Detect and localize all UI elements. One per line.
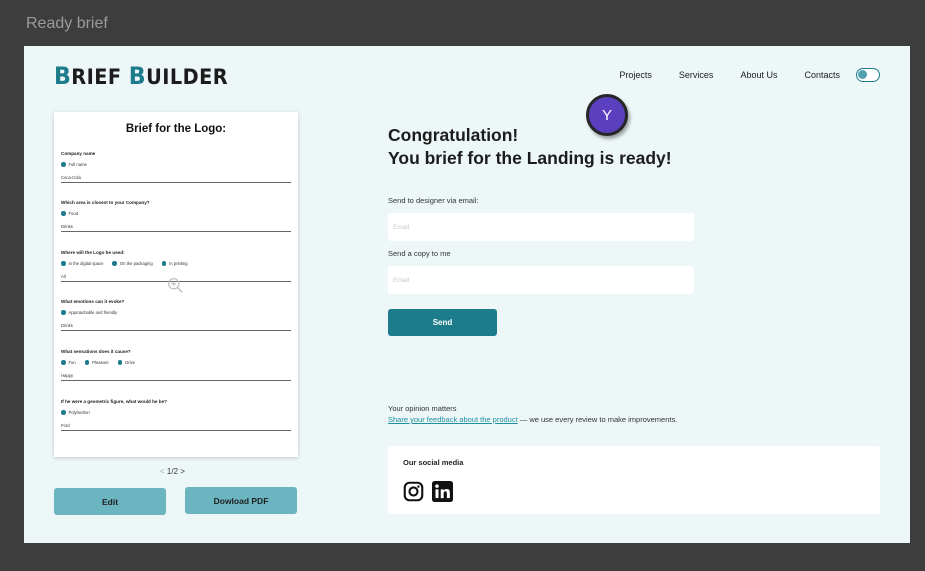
brief-question: Which area is closest to your Company? F… — [61, 200, 291, 232]
title-line-1: Congratulation! — [388, 125, 519, 145]
main-nav: Projects Services About Us Contacts — [619, 70, 840, 80]
brief-question: What emotions can it evoke? Approachable… — [61, 299, 291, 331]
copy-email-label: Send a copy to me — [388, 249, 451, 258]
checked-dot-icon — [61, 261, 66, 266]
question-text: What emotions can it evoke? — [61, 299, 125, 304]
answer-text: Coca-Cola — [61, 175, 291, 183]
toggle-knob — [858, 70, 867, 79]
designer-email-label: Send to designer via email: — [388, 196, 479, 205]
option-label: Full name — [68, 162, 87, 167]
brief-preview: Brief for the Logo: Company name Full na… — [54, 112, 298, 457]
nav-services[interactable]: Services — [679, 70, 714, 80]
feedback-note: Your opinion matters Share your feedback… — [388, 403, 677, 425]
social-media-card: Our social media — [388, 446, 880, 514]
feedback-title: Your opinion matters — [388, 404, 457, 413]
checked-dot-icon — [61, 410, 66, 415]
question-text: Company name — [61, 151, 96, 156]
option-label: Drive — [125, 360, 136, 365]
nav-projects[interactable]: Projects — [619, 70, 652, 80]
brand-logo[interactable]: BRIEF BUILDER — [54, 62, 228, 90]
frame-title: Ready brief — [26, 15, 108, 32]
download-pdf-button[interactable]: Dowload PDF — [185, 487, 297, 514]
checked-dot-icon — [61, 162, 66, 167]
pager: < 1/2 > — [160, 467, 185, 476]
option-label: In printing — [169, 261, 188, 266]
option-label: Food — [68, 211, 79, 216]
logo-text-1: RIEF — [71, 65, 129, 89]
question-text: What sensations does it cause? — [61, 349, 131, 354]
checked-dot-icon — [61, 310, 66, 315]
page-indicator: 1/2 — [166, 467, 179, 476]
logo-initial-2: B — [128, 62, 147, 90]
checked-dot-icon — [112, 261, 117, 266]
answer-text: Ford — [61, 423, 291, 431]
next-page-icon[interactable]: > — [180, 467, 185, 476]
feedback-link[interactable]: Share your feedback about the product — [388, 415, 518, 424]
option-label: Fun — [68, 360, 76, 365]
question-text: Which area is closest to your Company? — [61, 200, 150, 205]
answer-text: Drinks — [61, 323, 291, 331]
option-label: Pleasure — [92, 360, 109, 365]
option-label: Approachable and friendly — [68, 310, 118, 315]
send-button[interactable]: Send — [388, 309, 497, 336]
answer-text: Drinks — [61, 224, 291, 232]
linkedin-icon[interactable] — [432, 481, 453, 502]
checked-dot-icon — [84, 360, 90, 365]
checked-dot-icon — [161, 261, 167, 266]
nav-contacts[interactable]: Contacts — [804, 70, 840, 80]
logo-initial-1: B — [54, 62, 72, 90]
zoom-in-icon[interactable] — [167, 277, 184, 294]
instagram-icon[interactable] — [403, 481, 424, 502]
edit-button[interactable]: Edit — [54, 488, 166, 515]
title-line-2: You brief for the Landing is ready! — [388, 148, 672, 168]
brief-question: What sensations does it cause? Fun Pleas… — [61, 349, 291, 381]
prev-page-icon[interactable]: < — [160, 467, 165, 476]
checked-dot-icon — [61, 211, 66, 216]
logo-text-2: UILDER — [146, 65, 229, 89]
question-text: If he were a geometric figure, what woul… — [61, 399, 167, 404]
page-title: Congratulation! You brief for the Landin… — [388, 124, 672, 170]
question-text: Where will the Logo be used: — [61, 250, 125, 255]
theme-toggle[interactable] — [856, 68, 880, 82]
brief-question: If he were a geometric figure, what woul… — [61, 399, 291, 431]
copy-email-input[interactable] — [388, 266, 694, 294]
social-title: Our social media — [403, 458, 464, 467]
option-label: Polyhedron — [68, 410, 90, 415]
app-frame: BRIEF BUILDER Projects Services About Us… — [24, 46, 910, 543]
feedback-text: — we use every review to make improvemen… — [517, 415, 678, 424]
brief-question: Company name Full name Coca-Cola — [61, 151, 291, 183]
checked-dot-icon — [117, 360, 123, 365]
option-label: On the packaging — [119, 261, 153, 266]
answer-text: Happy — [61, 373, 291, 381]
designer-email-input[interactable] — [388, 213, 694, 241]
nav-about-us[interactable]: About Us — [740, 70, 777, 80]
brief-title: Brief for the Logo: — [125, 123, 227, 135]
checked-dot-icon — [61, 360, 66, 365]
option-label: In the digital space — [68, 261, 104, 266]
